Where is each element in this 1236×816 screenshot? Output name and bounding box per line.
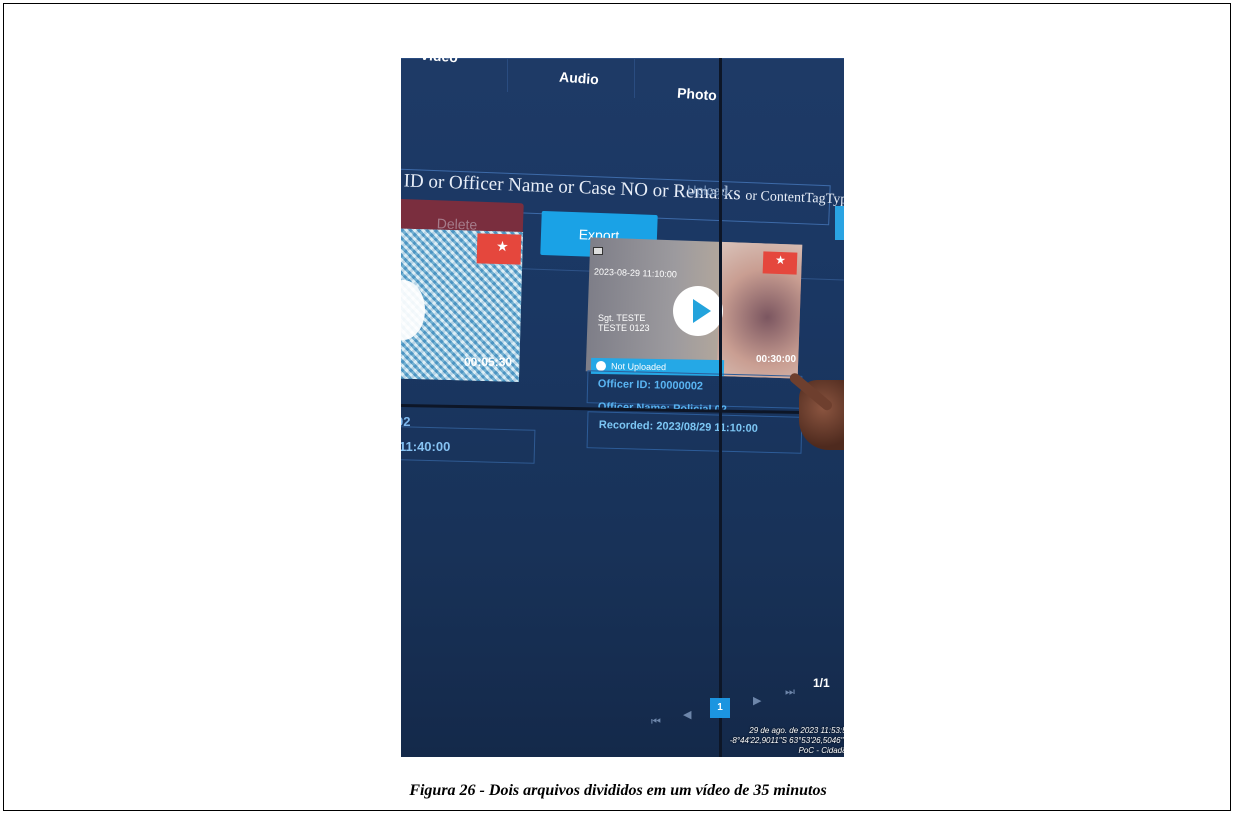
tab-divider	[507, 58, 508, 92]
upload-button[interactable]: Upload	[687, 182, 729, 198]
video-stamp: 29 de ago. de 2023 11:53:52 -8°44'22,901…	[729, 726, 844, 755]
last-page-icon[interactable]: ⏭	[785, 686, 795, 699]
prev-page-icon[interactable]: ◀	[683, 708, 691, 721]
play-icon[interactable]	[673, 286, 723, 336]
first-page-icon[interactable]: ⏮	[651, 716, 661, 729]
video-duration: 00:30:00	[756, 354, 797, 365]
recorded-time: 11:40:00	[401, 439, 451, 454]
figure-caption: Figura 26 - Dois arquivos divididos em u…	[409, 782, 827, 799]
favorite-ribbon[interactable]: ★	[762, 251, 798, 275]
screen-seam	[719, 58, 722, 757]
next-page-icon[interactable]: ▶	[753, 694, 761, 707]
page-count: 1/1	[813, 676, 830, 690]
search-button[interactable]	[835, 206, 844, 240]
image-icon	[593, 247, 603, 255]
officer-name: 02	[401, 414, 411, 429]
tab-divider	[634, 58, 635, 98]
officer-overlay: Sgt. TESTE TESTE 0123	[598, 313, 650, 333]
star-icon: ★	[774, 252, 787, 268]
video-duration: 00:05:30	[464, 355, 513, 369]
tab-audio[interactable]: Audio	[549, 68, 610, 88]
screen-photo: Video Audio Photo r ID or Officer Name o…	[401, 58, 844, 757]
page-number[interactable]: 1	[710, 698, 730, 718]
tab-video[interactable]: Video	[409, 58, 470, 66]
star-icon: ★	[495, 237, 509, 255]
favorite-ribbon[interactable]: ★	[476, 233, 522, 265]
officer-id: Officer ID: 10000002	[597, 378, 704, 393]
